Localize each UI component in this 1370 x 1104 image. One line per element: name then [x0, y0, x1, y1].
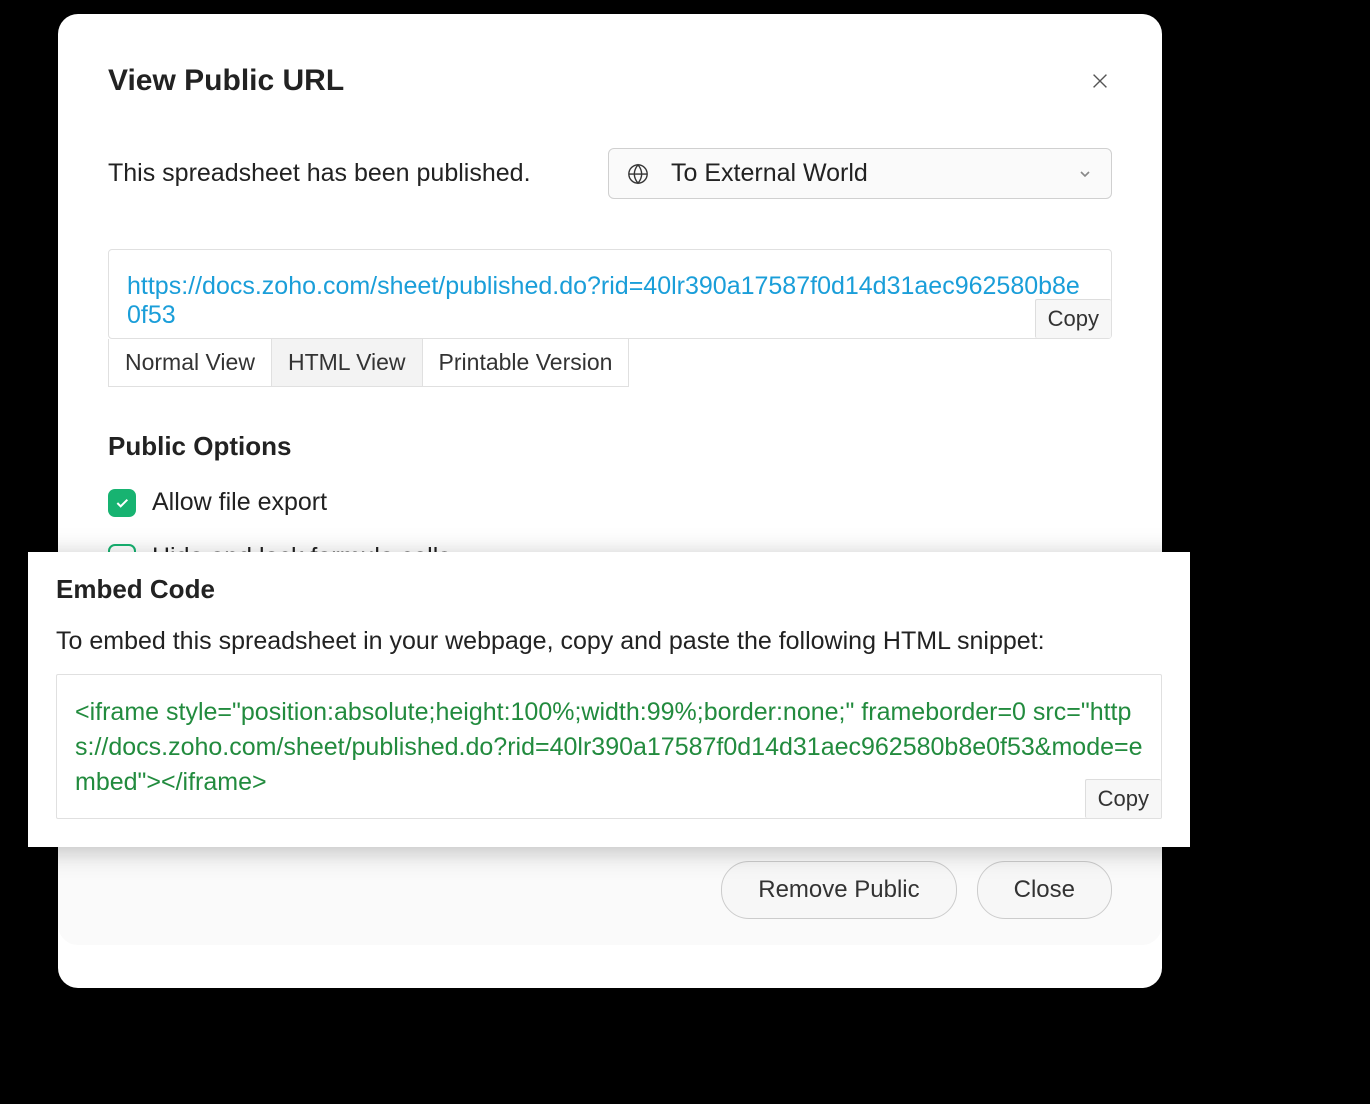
allow-export-label: Allow file export	[152, 488, 327, 517]
view-tabs: Normal View HTML View Printable Version	[108, 339, 629, 387]
embed-code-snippet[interactable]: <iframe style="position:absolute;height:…	[75, 695, 1143, 800]
visibility-dropdown[interactable]: To External World	[608, 148, 1112, 199]
public-url-link[interactable]: https://docs.zoho.com/sheet/published.do…	[127, 272, 1093, 330]
dropdown-selected: To External World	[671, 159, 1077, 188]
embed-code-callout: Embed Code To embed this spreadsheet in …	[28, 552, 1190, 847]
close-icon[interactable]	[1088, 69, 1112, 93]
tab-printable-version[interactable]: Printable Version	[423, 339, 629, 386]
dialog-title: View Public URL	[108, 64, 344, 98]
close-button[interactable]: Close	[977, 861, 1112, 919]
dialog-footer: Remove Public Close	[58, 834, 1162, 945]
tab-normal-view[interactable]: Normal View	[109, 339, 272, 386]
dialog-header: View Public URL	[108, 64, 1112, 98]
tab-html-view[interactable]: HTML View	[272, 339, 423, 386]
publish-status-text: This spreadsheet has been published.	[108, 159, 531, 188]
embed-code-title: Embed Code	[56, 574, 1162, 605]
public-url-box: https://docs.zoho.com/sheet/published.do…	[108, 249, 1112, 339]
status-row: This spreadsheet has been published. To …	[108, 148, 1112, 199]
option-allow-export: Allow file export	[108, 488, 1112, 517]
remove-public-button[interactable]: Remove Public	[721, 861, 956, 919]
embed-code-box: <iframe style="position:absolute;height:…	[56, 674, 1162, 819]
chevron-down-icon	[1077, 166, 1093, 182]
embed-code-description: To embed this spreadsheet in your webpag…	[56, 627, 1162, 656]
globe-icon	[627, 163, 649, 185]
copy-embed-button[interactable]: Copy	[1085, 779, 1161, 818]
public-options-title: Public Options	[108, 431, 1112, 462]
copy-url-button[interactable]: Copy	[1035, 299, 1111, 338]
checkbox-allow-export[interactable]	[108, 489, 136, 517]
